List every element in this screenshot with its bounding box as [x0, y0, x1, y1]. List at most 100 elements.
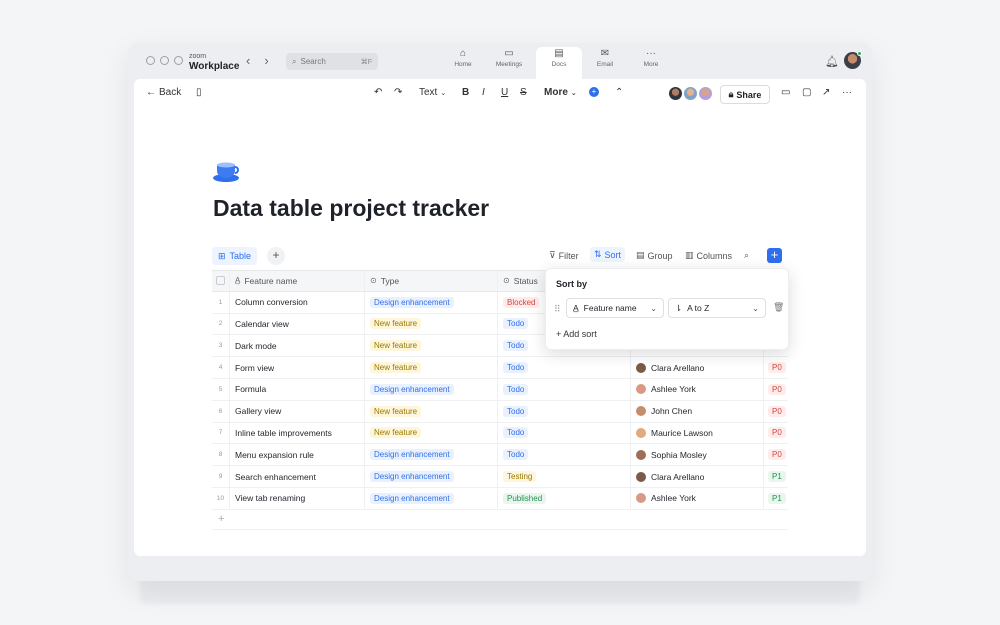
table-row[interactable]: 10 View tab renaming Design enhancement Pub…	[212, 487, 788, 510]
feature-name-cell[interactable]: Dark mode	[230, 335, 365, 357]
filter-button[interactable]: ⊽ Filter	[549, 250, 579, 261]
priority-cell[interactable]: P0	[764, 423, 788, 444]
type-cell[interactable]: Design enhancement	[365, 466, 498, 487]
forward-arrow-icon[interactable]: ›	[264, 53, 268, 68]
type-cell[interactable]: Design enhancement	[365, 291, 498, 313]
feature-name-cell[interactable]: View tab renaming	[230, 487, 365, 509]
feature-name-cell[interactable]: Form view	[230, 357, 365, 378]
table-row[interactable]: 5 Formula Design enhancement Todo Ashlee Yor…	[212, 378, 788, 401]
column-header-type[interactable]: ⊙ Type	[365, 271, 498, 291]
status-cell[interactable]: Testing	[498, 466, 631, 487]
text-style-dropdown[interactable]: Text ⌄	[419, 87, 446, 98]
sort-order-select[interactable]: ⇂ A to Z ⌄	[668, 298, 766, 318]
feature-name-cell[interactable]: Calendar view	[230, 313, 365, 335]
sort-field-select[interactable]: A̲ Feature name ⌄	[566, 298, 664, 318]
drag-handle-icon[interactable]: ⠿	[554, 304, 561, 315]
nav-tab-home[interactable]: ⌂ Home	[440, 47, 486, 79]
owner-cell[interactable]: Maurice Lawson	[631, 422, 764, 444]
table-row[interactable]: 6 Gallery view New feature Todo John Chen P0	[212, 400, 788, 423]
back-arrow-icon[interactable]: ‹	[246, 53, 250, 68]
table-row[interactable]: 4 Form view New feature Todo Clara Arellano P…	[212, 357, 788, 379]
search-input[interactable]: ⌕ Search ⌘F	[286, 53, 378, 70]
window-controls[interactable]	[146, 56, 183, 65]
type-cell[interactable]: New feature	[365, 335, 498, 357]
feature-name-cell[interactable]: Column conversion	[230, 291, 365, 313]
more-format-dropdown[interactable]: More ⌄	[544, 87, 577, 98]
undo-icon[interactable]: ↶	[374, 87, 382, 98]
table-row[interactable]: 8 Menu expansion rule Design enhancement To…	[212, 444, 788, 467]
table-search-icon[interactable]: ⌕	[744, 250, 749, 261]
bell-icon[interactable]: 🔔︎	[825, 55, 839, 68]
status-cell[interactable]: Todo	[498, 400, 631, 422]
underline-button[interactable]: U	[501, 87, 508, 98]
type-cell[interactable]: Design enhancement	[365, 487, 498, 509]
type-cell[interactable]: Design enhancement	[365, 378, 498, 400]
priority-cell[interactable]: P1	[764, 466, 788, 487]
type-cell[interactable]: New feature	[365, 400, 498, 422]
page-title[interactable]: Data table project tracker	[213, 195, 489, 222]
group-button[interactable]: ▤ Group	[636, 250, 673, 261]
nav-tab-meetings[interactable]: ▭ Meetings	[486, 47, 532, 79]
share-button[interactable]: 🔒︎ Share	[720, 85, 770, 104]
collaborator-avatar[interactable]	[683, 86, 698, 101]
priority-cell[interactable]: P0	[764, 357, 788, 378]
video-icon[interactable]: ▭	[781, 87, 790, 98]
priority-cell[interactable]: P0	[764, 401, 788, 422]
chevron-up-icon[interactable]: ⌃	[615, 87, 623, 98]
delete-sort-icon[interactable]: 🗑︎	[773, 302, 784, 313]
status-cell[interactable]: Published	[498, 487, 631, 509]
priority-cell[interactable]: P1	[764, 488, 788, 509]
owner-cell[interactable]: Sophia Mosley	[631, 444, 764, 466]
more-options-icon[interactable]: ···	[842, 87, 852, 98]
status-cell[interactable]: Todo	[498, 422, 631, 444]
strikethrough-button[interactable]: S	[520, 87, 527, 98]
type-cell[interactable]: New feature	[365, 357, 498, 378]
owner-cell[interactable]: Clara Arellano	[631, 357, 764, 378]
sort-button[interactable]: ⇅ Sort	[590, 247, 626, 262]
columns-button[interactable]: ▥ Columns	[685, 250, 732, 261]
nav-tab-email[interactable]: ✉ Email	[582, 47, 628, 79]
type-cell[interactable]: Design enhancement	[365, 444, 498, 466]
status-cell[interactable]: Todo	[498, 444, 631, 466]
table-row[interactable]: 7 Inline table improvements New feature Tod…	[212, 422, 788, 445]
sidebar-toggle-icon[interactable]: ▯	[196, 87, 202, 98]
owner-cell[interactable]: Ashlee York	[631, 378, 764, 400]
feature-name-cell[interactable]: Gallery view	[230, 400, 365, 422]
status-cell[interactable]: Todo	[498, 357, 631, 378]
add-row-button[interactable]: +	[212, 510, 788, 530]
back-button[interactable]: ← Back	[146, 87, 181, 98]
owner-cell[interactable]: Ashlee York	[631, 487, 764, 509]
priority-cell[interactable]: P0	[764, 379, 788, 400]
insert-button[interactable]: +	[589, 87, 599, 97]
add-view-button[interactable]: +	[267, 247, 285, 265]
maximize-window-icon[interactable]	[174, 56, 183, 65]
user-avatar[interactable]	[844, 51, 862, 69]
bold-button[interactable]: B	[462, 87, 469, 98]
nav-tab-docs[interactable]: ▤ Docs	[536, 47, 582, 80]
feature-name-cell[interactable]: Inline table improvements	[230, 422, 365, 444]
collaborator-avatar[interactable]	[698, 86, 713, 101]
column-header-feature-name[interactable]: A̲ Feature name	[230, 271, 365, 291]
owner-cell[interactable]: John Chen	[631, 400, 764, 422]
add-sort-button[interactable]: + Add sort	[556, 329, 597, 339]
redo-icon[interactable]: ↷	[394, 87, 402, 98]
close-window-icon[interactable]	[146, 56, 155, 65]
feature-name-cell[interactable]: Formula	[230, 378, 365, 400]
nav-tab-more[interactable]: ··· More	[628, 47, 674, 79]
italic-button[interactable]: I	[482, 87, 485, 98]
comment-icon[interactable]: ▢	[802, 87, 811, 98]
select-all-checkbox[interactable]	[212, 271, 230, 291]
owner-cell[interactable]: Clara Arellano	[631, 466, 764, 487]
collaborator-avatar[interactable]	[668, 86, 683, 101]
feature-name-cell[interactable]: Menu expansion rule	[230, 444, 365, 466]
open-external-icon[interactable]: ↗	[822, 87, 830, 98]
add-record-button[interactable]: +	[767, 248, 782, 263]
table-row[interactable]: 9 Search enhancement Design enhancement Tes…	[212, 466, 788, 488]
type-cell[interactable]: New feature	[365, 422, 498, 444]
status-cell[interactable]: Todo	[498, 378, 631, 400]
priority-cell[interactable]: P0	[764, 444, 788, 465]
feature-name-cell[interactable]: Search enhancement	[230, 466, 365, 487]
minimize-window-icon[interactable]	[160, 56, 169, 65]
teacup-icon[interactable]	[212, 159, 240, 183]
tab-table-view[interactable]: ⊞ Table	[212, 247, 258, 265]
